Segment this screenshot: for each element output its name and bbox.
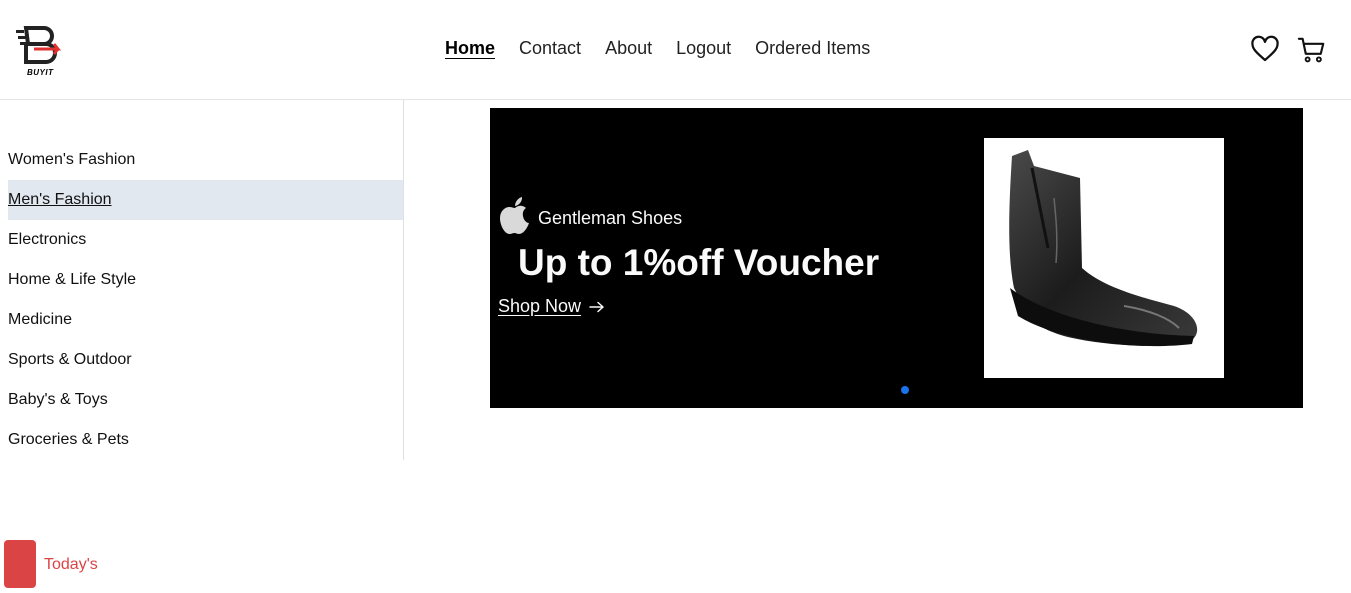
sidebar-item-groceries-pets[interactable]: Groceries & Pets	[0, 420, 403, 460]
shop-now-link[interactable]: Shop Now	[498, 296, 605, 317]
logo-icon	[16, 26, 62, 64]
sidebar-item-babys-toys[interactable]: Baby's & Toys	[0, 380, 403, 420]
nav-home[interactable]: Home	[445, 38, 495, 59]
logo-text: BUYIT	[27, 68, 54, 77]
cart-button[interactable]	[1297, 35, 1327, 65]
sidebar-item-home-life-style[interactable]: Home & Life Style	[0, 260, 403, 300]
sidebar-divider	[403, 100, 404, 140]
heart-icon	[1251, 35, 1279, 62]
arrow-right-icon	[589, 301, 604, 312]
sidebar-item-mens-fashion[interactable]: Men's Fashion	[8, 180, 403, 220]
nav-ordered-items[interactable]: Ordered Items	[755, 38, 870, 59]
nav-logout[interactable]: Logout	[676, 38, 731, 59]
wishlist-button[interactable]	[1250, 35, 1280, 65]
sidebar-item-electronics[interactable]: Electronics	[0, 220, 403, 260]
nav-about[interactable]: About	[605, 38, 652, 59]
section-label-todays: Today's	[44, 556, 98, 573]
shop-now-label: Shop Now	[498, 296, 582, 316]
sidebar-item-womens-fashion[interactable]: Women's Fashion	[0, 140, 403, 180]
apple-icon	[498, 196, 532, 236]
sidebar-item-medicine[interactable]: Medicine	[0, 300, 403, 340]
boot-image	[1009, 150, 1198, 347]
promo-banner: Gentleman Shoes Up to 1%off Voucher Shop…	[490, 108, 1303, 408]
nav-contact[interactable]: Contact	[519, 38, 581, 59]
banner-headline: Up to 1%off Voucher	[518, 242, 880, 283]
banner-product-image	[984, 138, 1224, 378]
banner-brand-label: Gentleman Shoes	[538, 208, 683, 228]
section-accent-bar	[4, 540, 36, 588]
category-sidebar: Women's Fashion Men's Fashion Electronic…	[0, 140, 404, 460]
cart-icon	[1297, 37, 1325, 63]
main-nav: Home Contact About Logout Ordered Items	[445, 38, 870, 59]
sidebar-item-sports-outdoor[interactable]: Sports & Outdoor	[0, 340, 403, 380]
carousel-dot-active[interactable]	[901, 386, 909, 394]
header: BUYIT Home Contact About Logout Ordered …	[0, 0, 1351, 100]
